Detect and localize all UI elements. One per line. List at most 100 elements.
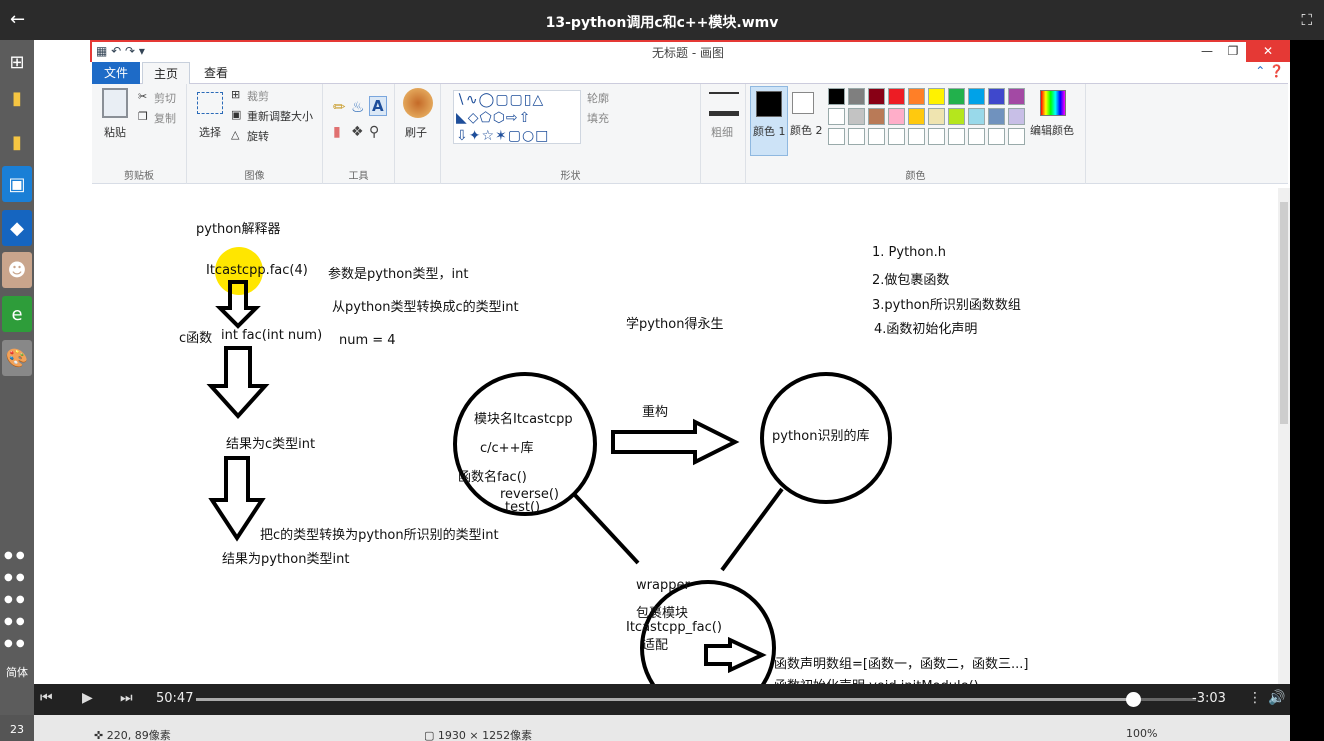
text-num: num = 4 <box>339 333 396 348</box>
close-button[interactable]: ✕ <box>1246 42 1290 62</box>
palette-swatch[interactable] <box>828 128 845 145</box>
palette-swatch[interactable] <box>828 88 845 105</box>
input-language[interactable]: 简体 <box>0 664 34 680</box>
palette-swatch[interactable] <box>928 108 945 125</box>
palette-swatch[interactable] <box>888 108 905 125</box>
palette-swatch[interactable] <box>928 128 945 145</box>
palette-swatch[interactable] <box>968 128 985 145</box>
outline-button[interactable]: 轮廓 <box>587 90 609 106</box>
pencil-icon[interactable]: ✏ <box>333 98 346 116</box>
text-list-1: 1. Python.h <box>872 245 946 260</box>
palette-swatch[interactable] <box>948 88 965 105</box>
fill-bucket-icon[interactable]: ♨ <box>351 98 364 116</box>
palette-swatch[interactable] <box>948 128 965 145</box>
palette-swatch[interactable] <box>888 128 905 145</box>
palette-swatch[interactable] <box>908 108 925 125</box>
palette-swatch[interactable] <box>1008 108 1025 125</box>
color-picker-icon[interactable]: ❖ <box>351 124 364 140</box>
palette-swatch[interactable] <box>948 108 965 125</box>
text-result-c: 结果为c类型int <box>226 437 316 452</box>
crop-icon[interactable]: ⊞ <box>231 88 240 101</box>
avatar-icon[interactable]: ☻ <box>2 252 32 288</box>
fullscreen-icon[interactable]: ⛶ <box>1301 11 1312 29</box>
tab-view[interactable]: 查看 <box>196 62 236 84</box>
resize-icon[interactable]: ▣ <box>231 108 241 121</box>
paste-icon[interactable] <box>102 88 128 118</box>
eraser-icon[interactable]: ▮ <box>333 124 341 140</box>
drawing-canvas[interactable]: python解释器 Itcastcpp.fac(4) 参数是python类型，i… <box>92 188 1280 684</box>
rotate-icon[interactable]: △ <box>231 128 239 141</box>
color1-button[interactable]: 颜色 1 <box>750 86 788 156</box>
window-app-icon[interactable]: ▣ <box>2 166 32 202</box>
tab-home[interactable]: 主页 <box>142 62 190 84</box>
palette-swatch[interactable] <box>908 88 925 105</box>
play-icon[interactable]: ▶ <box>82 690 93 706</box>
palette-swatch[interactable] <box>848 88 865 105</box>
color2-swatch[interactable] <box>792 92 814 114</box>
palette-swatch[interactable] <box>828 108 845 125</box>
volume-icon[interactable]: 🔊 <box>1268 690 1285 706</box>
palette-swatch[interactable] <box>1008 88 1025 105</box>
magnifier-icon[interactable]: ⚲ <box>369 124 379 140</box>
palette-swatch[interactable] <box>868 128 885 145</box>
blue-app-icon[interactable]: ◆ <box>2 210 32 246</box>
select-button[interactable]: 选择 <box>199 124 221 140</box>
palette-swatch[interactable] <box>868 88 885 105</box>
edit-colors-button[interactable]: 编辑颜色 <box>1030 122 1074 138</box>
palette-swatch[interactable] <box>968 108 985 125</box>
palette-swatch[interactable] <box>988 108 1005 125</box>
palette-swatch[interactable] <box>848 108 865 125</box>
cut-icon[interactable]: ✂ <box>138 90 147 103</box>
palette-swatch[interactable] <box>968 88 985 105</box>
folder-icon[interactable]: ▮ <box>2 80 32 116</box>
seek-knob[interactable] <box>1126 692 1141 707</box>
shapes-gallery[interactable]: ∖∿◯▢▢▯△ ◣◇⬠⬡⇨⇧ ⇩✦☆✶▢○□ <box>453 90 581 144</box>
edit-colors-icon[interactable] <box>1040 90 1066 116</box>
palette-swatch[interactable] <box>908 128 925 145</box>
tab-file[interactable]: 文件 <box>92 62 140 84</box>
text-convert-back: 把c的类型转换为python所识别的类型int <box>260 528 499 543</box>
color2-label[interactable]: 颜色 2 <box>790 122 823 138</box>
fill-button[interactable]: 填充 <box>587 110 609 126</box>
quick-access-toolbar[interactable]: ▦ ↶ ↷ ▾ <box>96 44 145 58</box>
paint-palette-icon[interactable]: 🎨 <box>2 340 32 376</box>
palette-swatch[interactable] <box>848 128 865 145</box>
text-tool-icon[interactable]: A <box>369 96 387 116</box>
more-options-icon[interactable]: ⋮ <box>1248 690 1262 706</box>
elapsed-time: 50:47 <box>156 691 194 706</box>
brush-icon[interactable] <box>403 88 433 118</box>
scrollbar-thumb[interactable] <box>1280 202 1288 424</box>
minimize-button[interactable]: — <box>1194 42 1220 62</box>
resize-button[interactable]: 重新调整大小 <box>247 108 313 124</box>
palette-swatch[interactable] <box>988 128 1005 145</box>
copy-button[interactable]: 复制 <box>154 110 176 126</box>
adapt-arrow <box>704 636 767 674</box>
windows-taskbar: ⊞ ▮ ▮ ▣ ◆ ☻ e 🎨 ● ● ● ● ● ● ● ● ● ● 简体 <box>0 40 34 741</box>
letterbox-right <box>1290 40 1324 741</box>
size-button[interactable]: 粗细 <box>711 124 733 140</box>
crop-button[interactable]: 裁剪 <box>247 88 269 104</box>
cut-button[interactable]: 剪切 <box>154 90 176 106</box>
size-icon[interactable] <box>709 92 739 116</box>
brushes-button[interactable]: 刷子 <box>405 124 427 140</box>
help-icon[interactable]: ⌃ ❓ <box>1255 64 1284 78</box>
canvas-scrollbar[interactable] <box>1278 188 1290 684</box>
palette-swatch[interactable] <box>928 88 945 105</box>
palette-swatch[interactable] <box>868 108 885 125</box>
palette-swatch[interactable] <box>988 88 1005 105</box>
windows-start-icon[interactable]: ⊞ <box>2 44 32 80</box>
skip-forward-icon[interactable]: ⏭ <box>120 690 133 706</box>
text-adapt: 适配 <box>642 638 669 653</box>
skip-back-icon[interactable]: ⏮ <box>40 690 53 706</box>
copy-icon[interactable]: ❐ <box>138 110 148 123</box>
paste-button[interactable]: 粘贴 <box>104 124 126 140</box>
ie-browser-icon[interactable]: e <box>2 296 32 332</box>
select-icon[interactable] <box>197 92 223 114</box>
folder-icon[interactable]: ▮ <box>2 124 32 160</box>
image-size: ▢ 1930 × 1252像素 <box>424 729 533 741</box>
maximize-button[interactable]: ❐ <box>1220 42 1246 62</box>
palette-swatch[interactable] <box>888 88 905 105</box>
seek-bar[interactable] <box>196 692 1196 707</box>
palette-swatch[interactable] <box>1008 128 1025 145</box>
rotate-button[interactable]: 旋转 <box>247 128 269 144</box>
